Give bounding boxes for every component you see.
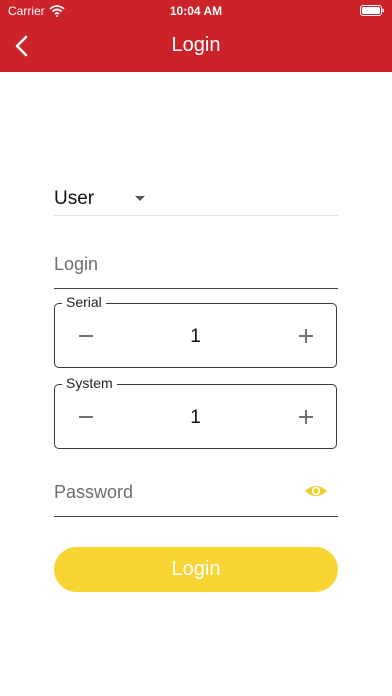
serial-stepper: Serial 1 [54, 294, 337, 368]
status-bar: Carrier 10:04 AM [0, 0, 392, 22]
password-placeholder: Password [54, 482, 134, 502]
system-label: System [62, 375, 117, 391]
eye-icon[interactable] [304, 481, 328, 501]
system-stepper: System 1 [54, 375, 337, 449]
serial-increment-button[interactable] [296, 324, 316, 348]
password-input[interactable]: Password [54, 476, 338, 517]
user-type-dropdown[interactable]: User [54, 185, 338, 216]
status-time: 10:04 AM [169, 4, 223, 18]
login-input[interactable]: Login [54, 248, 338, 289]
nav-bar: Login [0, 22, 392, 72]
user-type-value: User [54, 188, 95, 209]
system-value: 1 [190, 407, 201, 428]
login-placeholder: Login [54, 254, 99, 274]
app-header: Carrier 10:04 AM Login [0, 0, 392, 72]
battery-icon [360, 5, 384, 16]
serial-value: 1 [190, 326, 201, 347]
system-increment-button[interactable] [296, 405, 316, 429]
login-button[interactable]: Login [54, 547, 338, 592]
caret-down-icon [135, 196, 145, 201]
page-title: Login [171, 34, 221, 56]
serial-label: Serial [62, 294, 106, 310]
